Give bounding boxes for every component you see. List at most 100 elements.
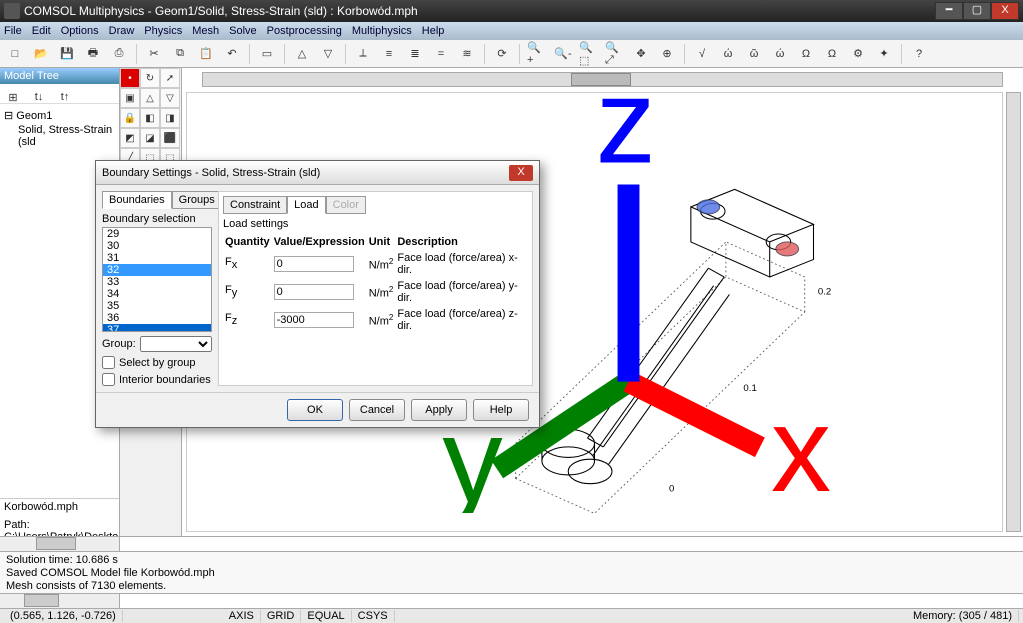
bigomega2-icon[interactable]: Ω xyxy=(821,43,843,65)
select-by-group-checkbox[interactable]: Select by group xyxy=(102,356,212,369)
close-button[interactable]: X xyxy=(991,2,1019,20)
menu-edit[interactable]: Edit xyxy=(32,25,51,37)
boundary-item-35[interactable]: 35 xyxy=(103,300,211,312)
omega3-icon[interactable]: ώ xyxy=(769,43,791,65)
wizard-icon[interactable]: ✦ xyxy=(873,43,895,65)
status-equal: EQUAL xyxy=(301,610,351,622)
tab-boundaries[interactable]: Boundaries xyxy=(102,191,172,209)
boundary-listbox[interactable]: 293031323334353637 xyxy=(102,227,212,332)
triangle2-icon[interactable]: ▽ xyxy=(317,43,339,65)
load-value-input-2[interactable] xyxy=(274,312,354,328)
vtool-misc1-icon[interactable]: ◧ xyxy=(140,108,160,128)
open-icon[interactable]: 📂 xyxy=(30,43,52,65)
ok-button[interactable]: OK xyxy=(287,399,343,421)
console-output: Solution time: 10.686 s Saved COMSOL Mod… xyxy=(0,551,1023,593)
zoomext-icon[interactable]: 🔍⤢ xyxy=(604,43,626,65)
menu-physics[interactable]: Physics xyxy=(144,25,182,37)
printpreview-icon[interactable]: ⎙ xyxy=(108,43,130,65)
boundary-item-33[interactable]: 33 xyxy=(103,276,211,288)
omega1-icon[interactable]: ώ xyxy=(717,43,739,65)
load-table: Quantity Value/Expression Unit Descripti… xyxy=(223,234,528,334)
vtool-tri2-icon[interactable]: ▽ xyxy=(160,88,180,108)
cancel-button[interactable]: Cancel xyxy=(349,399,405,421)
boundary-item-34[interactable]: 34 xyxy=(103,288,211,300)
vtool-rotate-icon[interactable]: ↻ xyxy=(140,68,160,88)
copy-icon[interactable]: ⧉ xyxy=(169,43,191,65)
boundary-item-31[interactable]: 31 xyxy=(103,252,211,264)
meshline-icon[interactable]: ≡ xyxy=(378,43,400,65)
help-button[interactable]: Help xyxy=(473,399,529,421)
load-value-input-0[interactable] xyxy=(274,256,354,272)
file-path: Path: C:\Users\Patryk\Deskto xyxy=(4,519,115,536)
new-icon[interactable]: □ xyxy=(4,43,26,65)
help-icon[interactable]: ? xyxy=(908,43,930,65)
dialog-titlebar[interactable]: Boundary Settings - Solid, Stress-Strain… xyxy=(96,161,539,185)
tree-scrollbar-horizontal[interactable] xyxy=(0,537,120,551)
interior-boundaries-checkbox[interactable]: Interior boundaries xyxy=(102,373,212,386)
load-quantity-1: Fy xyxy=(223,278,272,306)
maximize-button[interactable]: ▢ xyxy=(963,2,991,20)
load-value-input-1[interactable] xyxy=(274,284,354,300)
vtool-cube-icon[interactable]: ▣ xyxy=(120,88,140,108)
solveplus-icon[interactable]: ≋ xyxy=(456,43,478,65)
boundary-item-29[interactable]: 29 xyxy=(103,228,211,240)
vtool-arrow-icon[interactable]: ➚ xyxy=(160,68,180,88)
dialog-close-icon[interactable]: X xyxy=(509,165,533,181)
boundary-item-36[interactable]: 36 xyxy=(103,312,211,324)
cut-icon[interactable]: ✂ xyxy=(143,43,165,65)
load-quantity-0: Fx xyxy=(223,250,272,278)
vtool-tri-icon[interactable]: △ xyxy=(140,88,160,108)
menu-help[interactable]: Help xyxy=(422,25,445,37)
separator xyxy=(519,44,520,64)
col-value: Value/Expression xyxy=(272,234,367,250)
triangle-icon[interactable]: △ xyxy=(291,43,313,65)
tab-constraint[interactable]: Constraint xyxy=(223,196,287,214)
vtool-lock-icon[interactable]: 🔒 xyxy=(120,108,140,128)
menu-postprocessing[interactable]: Postprocessing xyxy=(267,25,342,37)
bigomega-icon[interactable]: Ω xyxy=(795,43,817,65)
menu-solve[interactable]: Solve xyxy=(229,25,257,37)
minimize-button[interactable]: ━ xyxy=(935,2,963,20)
lower-scrollbar[interactable] xyxy=(0,594,120,608)
menu-multiphysics[interactable]: Multiphysics xyxy=(352,25,412,37)
save-icon[interactable]: 💾 xyxy=(56,43,78,65)
vtool-misc2-icon[interactable]: ◨ xyxy=(160,108,180,128)
boundary-item-37[interactable]: 37 xyxy=(103,324,211,332)
meshfill-icon[interactable]: ≣ xyxy=(404,43,426,65)
vtool-misc3-icon[interactable]: ◩ xyxy=(120,128,140,148)
menu-draw[interactable]: Draw xyxy=(109,25,135,37)
zoomin-icon[interactable]: 🔍+ xyxy=(526,43,548,65)
pan-icon[interactable]: ✥ xyxy=(630,43,652,65)
vtool-misc4-icon[interactable]: ◪ xyxy=(140,128,160,148)
apply-button[interactable]: Apply xyxy=(411,399,467,421)
svg-text:z: z xyxy=(596,75,656,189)
vtool-misc5-icon[interactable]: ⬛ xyxy=(160,128,180,148)
tree-root[interactable]: ⊟ Geom1 xyxy=(4,108,115,123)
pointer-icon[interactable]: ▭ xyxy=(256,43,278,65)
tab-color[interactable]: Color xyxy=(326,196,366,214)
paste-icon[interactable]: 📋 xyxy=(195,43,217,65)
tree-child[interactable]: Solid, Stress-Strain (sld xyxy=(4,123,115,149)
tab-load[interactable]: Load xyxy=(287,196,325,214)
target-icon[interactable]: ⊕ xyxy=(656,43,678,65)
solve-icon[interactable]: = xyxy=(430,43,452,65)
boundary-item-32[interactable]: 32 xyxy=(103,264,211,276)
menu-options[interactable]: Options xyxy=(61,25,99,37)
info-icon[interactable]: √ xyxy=(691,43,713,65)
model-tree-header: Model Tree xyxy=(0,68,119,84)
refresh-icon[interactable]: ⟳ xyxy=(491,43,513,65)
boundary-item-30[interactable]: 30 xyxy=(103,240,211,252)
zoomout-icon[interactable]: 🔍- xyxy=(552,43,574,65)
menu-mesh[interactable]: Mesh xyxy=(192,25,219,37)
omega2-icon[interactable]: ῶ xyxy=(743,43,765,65)
group-select[interactable] xyxy=(140,336,212,352)
undo-icon[interactable]: ↶ xyxy=(221,43,243,65)
zoomwin-icon[interactable]: 🔍⬚ xyxy=(578,43,600,65)
menu-file[interactable]: File xyxy=(4,25,22,37)
vtool-point-icon[interactable]: • xyxy=(120,68,140,88)
gear-icon[interactable]: ⚙ xyxy=(847,43,869,65)
axis-icon[interactable]: ⟂ xyxy=(352,43,374,65)
tab-groups[interactable]: Groups xyxy=(172,191,222,209)
canvas-scrollbar-vertical[interactable] xyxy=(1006,92,1021,532)
print-icon[interactable]: 🖶 xyxy=(82,43,104,65)
